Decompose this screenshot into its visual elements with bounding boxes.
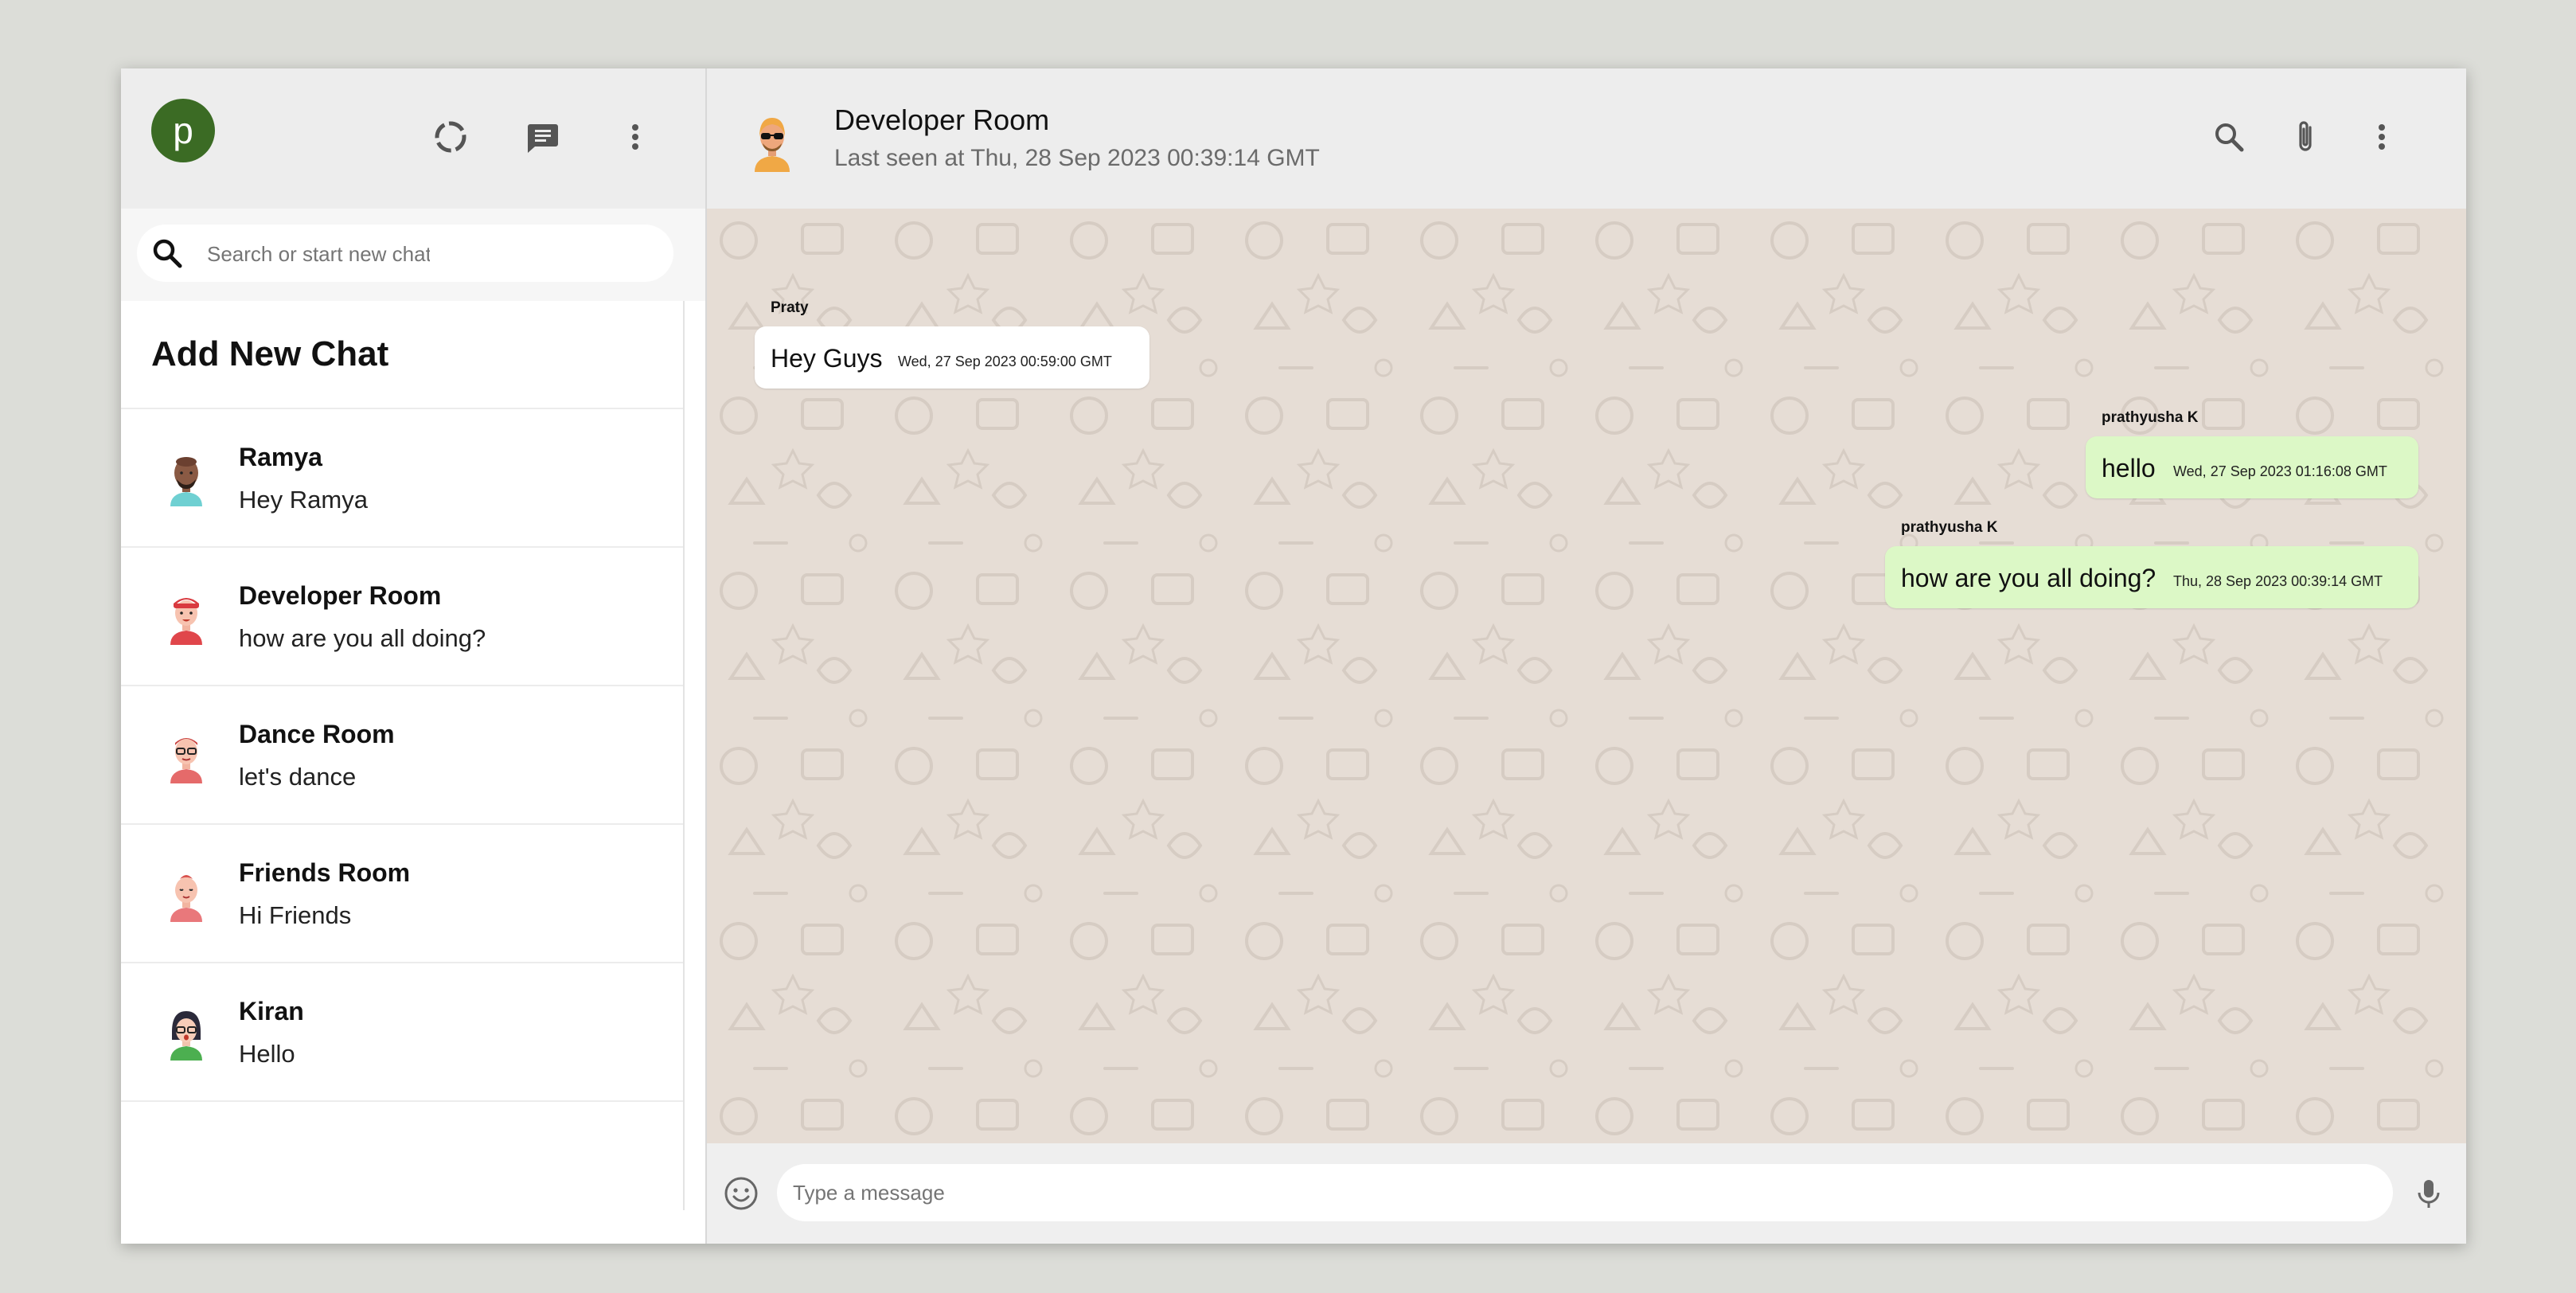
attach-icon[interactable]: [2281, 113, 2329, 161]
chat-list-item[interactable]: Dance Room let's dance: [121, 686, 683, 825]
message-bubble-outgoing[interactable]: hello Wed, 27 Sep 2023 01:16:08 GMT: [2086, 436, 2418, 498]
chat-last-message: Hi Friends: [239, 901, 352, 929]
menu-icon[interactable]: [611, 113, 659, 161]
status-icon[interactable]: [427, 113, 474, 161]
chat-name: Friends Room: [239, 858, 411, 887]
chat-list: Add New Chat Ramya Hey Ramya Developer R…: [121, 301, 685, 1210]
chat-list-item[interactable]: Friends Room Hi Friends: [121, 825, 683, 963]
message-bubble-outgoing[interactable]: how are you all doing? Thu, 28 Sep 2023 …: [1885, 546, 2418, 608]
chat-last-message: Hey Ramya: [239, 486, 368, 514]
search-input[interactable]: [205, 236, 431, 272]
message-input[interactable]: [777, 1164, 2393, 1221]
chat-list-item[interactable]: Developer Room how are you all doing?: [121, 548, 683, 686]
menu-icon[interactable]: [2358, 113, 2406, 161]
chat-last-message: how are you all doing?: [239, 624, 486, 652]
dance-room-avatar: [170, 738, 202, 783]
message-sender: prathyusha K: [1901, 519, 1998, 536]
message-time: Wed, 27 Sep 2023 01:16:08 GMT: [2173, 463, 2387, 479]
room-avatar[interactable]: [747, 113, 798, 172]
chat-title: Developer Room: [834, 104, 1050, 136]
kiran-avatar: [170, 1011, 202, 1061]
sidebar-header: p: [121, 68, 705, 209]
friends-room-avatar: [170, 875, 202, 922]
search-icon[interactable]: [2205, 113, 2253, 161]
last-seen-status: Last seen at Thu, 28 Sep 2023 00:39:14 G…: [834, 145, 1320, 171]
chat-list-item[interactable]: Kiran Hello: [121, 963, 683, 1102]
new-chat-icon[interactable]: [519, 113, 567, 161]
message-bubble-incoming[interactable]: Hey Guys Wed, 27 Sep 2023 00:59:00 GMT: [755, 326, 1149, 389]
add-new-chat-label: Add New Chat: [151, 334, 389, 373]
chat-name: Kiran: [239, 997, 304, 1025]
message-sender: Praty: [771, 299, 809, 316]
search-bar: [121, 209, 705, 301]
chat-name: Dance Room: [239, 720, 395, 748]
message-time: Wed, 27 Sep 2023 00:59:00 GMT: [898, 354, 1112, 369]
message-text: how are you all doing?: [1901, 564, 2156, 592]
search-icon: [153, 239, 182, 268]
message-text: hello: [2102, 454, 2156, 482]
chat-footer: [707, 1143, 2466, 1244]
message-sender: prathyusha K: [2102, 409, 2199, 426]
emoji-icon[interactable]: [723, 1175, 759, 1212]
chat-messages[interactable]: Praty Hey Guys Wed, 27 Sep 2023 00:59:00…: [707, 209, 2466, 1143]
microphone-icon[interactable]: [2410, 1175, 2447, 1212]
chat-last-message: let's dance: [239, 763, 357, 791]
add-new-chat-button[interactable]: Add New Chat: [121, 301, 683, 409]
sidebar: p Add New Chat: [121, 68, 705, 1244]
chat-header: Developer Room Last seen at Thu, 28 Sep …: [707, 68, 2466, 209]
message-text: Hey Guys: [771, 344, 883, 373]
chat-list-item[interactable]: Ramya Hey Ramya: [121, 409, 683, 548]
chat-app: p Add New Chat: [121, 68, 2466, 1244]
user-avatar[interactable]: p: [151, 99, 215, 162]
chat-name: Ramya: [239, 443, 322, 471]
chat-last-message: Hello: [239, 1040, 295, 1068]
search-box: [137, 225, 673, 282]
ramya-avatar: [170, 457, 202, 506]
message-time: Thu, 28 Sep 2023 00:39:14 GMT: [2173, 573, 2383, 589]
chat-name: Developer Room: [239, 581, 442, 610]
developer-room-avatar: [170, 598, 202, 645]
